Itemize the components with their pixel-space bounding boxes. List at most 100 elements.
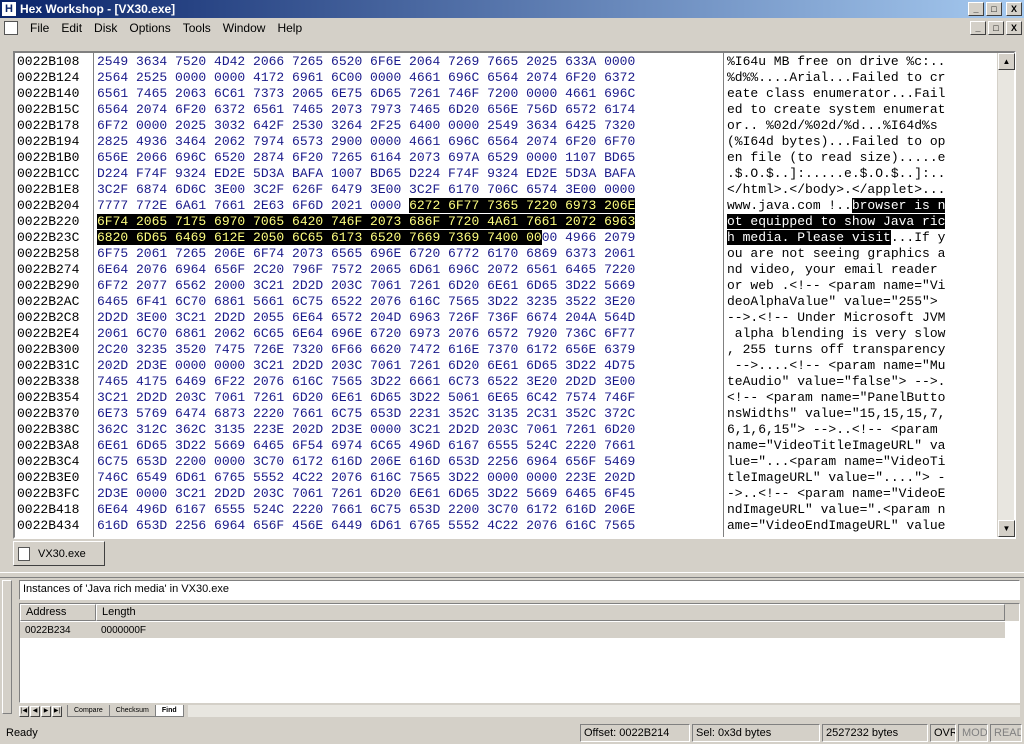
ascii-row: teAudio" value="false"> -->.	[727, 374, 946, 389]
selection-highlight: 6272 6F77 7365 7220 6973 206E	[409, 198, 636, 213]
column-header-length[interactable]: Length	[96, 604, 1005, 621]
ascii-row: alpha blending is very slow	[727, 326, 946, 341]
mdi-close-button[interactable]: X	[1006, 21, 1022, 35]
results-list[interactable]: Address Length 0022B234 0000000F	[19, 603, 1020, 703]
ascii-row: (%I64d bytes)...Failed to op	[727, 134, 946, 149]
scroll-down-arrow-icon[interactable]: ▼	[998, 520, 1015, 537]
row-address: 0022B1E8	[17, 182, 80, 197]
column-divider	[723, 53, 724, 537]
row-address: 0022B2C8	[17, 310, 80, 325]
status-ovr: OVR	[930, 724, 956, 742]
ascii-row: %I64u MB free on drive %c:..	[727, 54, 946, 69]
minimize-button[interactable]: _	[968, 2, 984, 16]
menu-edit[interactable]: Edit	[55, 21, 88, 35]
hex-editor[interactable]: 0022B108 0022B124 0022B140 0022B15C 0022B178…	[13, 51, 1016, 539]
horizontal-scrollbar[interactable]	[187, 705, 1020, 717]
hex-row: 362C 312C 362C 3135 223E 202D 2D3E 0000 …	[97, 422, 636, 437]
row-address: 0022B3E0	[17, 470, 80, 485]
ascii-row: nd video, your email reader	[727, 262, 946, 277]
tab-checksum[interactable]: Checksum	[108, 705, 156, 717]
row-address: 0022B338	[17, 374, 80, 389]
row-address: 0022B3FC	[17, 486, 80, 501]
hex-row: 6820 6D65 6469 612E 2050 6C65 6173 6520 …	[97, 230, 636, 245]
row-address: 0022B354	[17, 390, 80, 405]
list-header: Address Length	[20, 604, 1019, 621]
tab-compare[interactable]: Compare	[67, 705, 110, 717]
status-offset: Offset: 0022B214	[580, 724, 690, 742]
row-address: 0022B124	[17, 70, 80, 85]
ascii-row: en file (to read size).....e	[727, 150, 946, 165]
row-address: 0022B108	[17, 54, 80, 69]
row-address: 0022B418	[17, 502, 80, 517]
next-tab-arrow-icon[interactable]: ▶	[41, 705, 51, 717]
hex-row: 202D 2D3E 0000 0000 3C21 2D2D 203C 7061 …	[97, 358, 636, 373]
maximize-button[interactable]: □	[986, 2, 1002, 16]
mdi-minimize-button[interactable]: _	[970, 21, 986, 35]
tab-find[interactable]: Find	[154, 705, 184, 717]
result-length: 0000000F	[101, 624, 147, 636]
menu-tools[interactable]: Tools	[177, 21, 217, 35]
results-title: Instances of 'Java rich media' in VX30.e…	[19, 580, 1020, 600]
hex-row: 6F75 2061 7265 206E 6F74 2073 6565 696E …	[97, 246, 636, 261]
menu-help[interactable]: Help	[271, 21, 308, 35]
ascii-row: ame="VideoEndImageURL" value	[727, 518, 946, 533]
ascii-row: h media. Please visit...If y	[727, 230, 946, 245]
vertical-scrollbar[interactable]: ▲ ▼	[997, 53, 1015, 537]
selection-highlight: 6F74 2065 7175 6970 7065 6420 746F 2073 …	[97, 214, 636, 229]
address-column: 0022B108 0022B124 0022B140 0022B15C 0022B178…	[16, 53, 93, 534]
ascii-column[interactable]: %I64u MB free on drive %c:.. %d%%....Aria…	[725, 53, 993, 534]
hex-row: 6E61 6D65 3D22 5669 6465 6F54 6974 6C65 …	[97, 438, 636, 453]
ascii-row: ndImageURL" value=".<param n	[727, 502, 946, 517]
first-tab-arrow-icon[interactable]: |◀	[19, 705, 29, 717]
ascii-row: ot equipped to show Java ric	[727, 214, 993, 230]
tab-vx30-exe[interactable]: VX30.exe	[13, 541, 105, 566]
ascii-row: , 255 turns off transparency	[727, 342, 946, 357]
panel-tab-strip: |◀ ◀ ▶ ▶| Compare Checksum Find	[19, 704, 1020, 718]
last-tab-arrow-icon[interactable]: ▶|	[52, 705, 62, 717]
menu-bar: File Edit Disk Options Tools Window Help…	[0, 18, 1024, 38]
hex-row: 6465 6F41 6C70 6861 5661 6C75 6522 2076 …	[97, 294, 636, 309]
document-icon[interactable]	[4, 21, 18, 35]
hex-row: 7777 772E 6A61 7661 2E63 6F6D 2021 0000 …	[97, 198, 636, 213]
status-bar: Ready Offset: 0022B214 Sel: 0x3d bytes 2…	[0, 722, 1024, 744]
row-address: 0022B290	[17, 278, 80, 293]
hex-row: 7465 4175 6469 6F22 2076 616C 7565 3D22 …	[97, 374, 636, 389]
result-address: 0022B234	[25, 624, 71, 636]
ascii-row: .$.O.$..]:.....e.$.O.$..]:..	[727, 166, 946, 181]
hex-row: 2549 3634 7520 4D42 2066 7265 6520 6F6E …	[97, 54, 636, 69]
ascii-row: or.. %02d/%02d/%d...%I64d%s	[727, 118, 946, 133]
menu-file[interactable]: File	[24, 21, 55, 35]
ascii-row: 6,1,6,15"> -->..<!-- <param	[727, 422, 946, 437]
document-tab-strip: VX30.exe	[13, 541, 1016, 568]
row-address: 0022B31C	[17, 358, 80, 373]
list-item[interactable]: 0022B234 0000000F	[20, 622, 1005, 638]
selection-highlight: 6820 6D65 6469 612E 2050 6C65 6173 6520 …	[97, 230, 542, 245]
column-header-address[interactable]: Address	[20, 604, 96, 621]
row-address: 0022B178	[17, 118, 80, 133]
panel-grip[interactable]	[2, 580, 12, 714]
ascii-row: ed to create system enumerat	[727, 102, 946, 117]
prev-tab-arrow-icon[interactable]: ◀	[30, 705, 40, 717]
tab-label: VX30.exe	[38, 547, 86, 560]
row-address: 0022B1B0	[17, 150, 80, 165]
hex-row: 746C 6549 6D61 6765 5552 4C22 2076 616C …	[97, 470, 636, 485]
menu-window[interactable]: Window	[217, 21, 272, 35]
close-button[interactable]: X	[1006, 2, 1022, 16]
hex-row: 6F72 2077 6562 2000 3C21 2D2D 203C 7061 …	[97, 278, 636, 293]
hex-row: 2D3E 0000 3C21 2D2D 203C 7061 7261 6D20 …	[97, 486, 636, 501]
hex-row: 2564 2525 0000 0000 4172 6961 6C00 0000 …	[97, 70, 636, 85]
hex-row: 3C2F 6874 6D6C 3E00 3C2F 626F 6479 3E00 …	[97, 182, 636, 197]
menu-disk[interactable]: Disk	[88, 21, 123, 35]
mdi-restore-button[interactable]: □	[988, 21, 1004, 35]
ascii-row: eate class enumerator...Fail	[727, 86, 946, 101]
scroll-up-arrow-icon[interactable]: ▲	[998, 53, 1015, 70]
ascii-row: tleImageURL" value="...."> -	[727, 470, 946, 485]
row-address: 0022B3C4	[17, 454, 80, 469]
row-address: 0022B194	[17, 134, 80, 149]
ascii-row: -->.<!-- Under Microsoft JVM	[727, 310, 946, 325]
hex-row: 6C75 653D 2200 0000 3C70 6172 616D 206E …	[97, 454, 636, 469]
hex-row: 6564 2074 6F20 6372 6561 7465 2073 7973 …	[97, 102, 636, 117]
hex-column[interactable]: 2549 3634 7520 4D42 2066 7265 6520 6F6E …	[95, 53, 722, 534]
menu-options[interactable]: Options	[123, 21, 176, 35]
row-address: 0022B2E4	[17, 326, 80, 341]
